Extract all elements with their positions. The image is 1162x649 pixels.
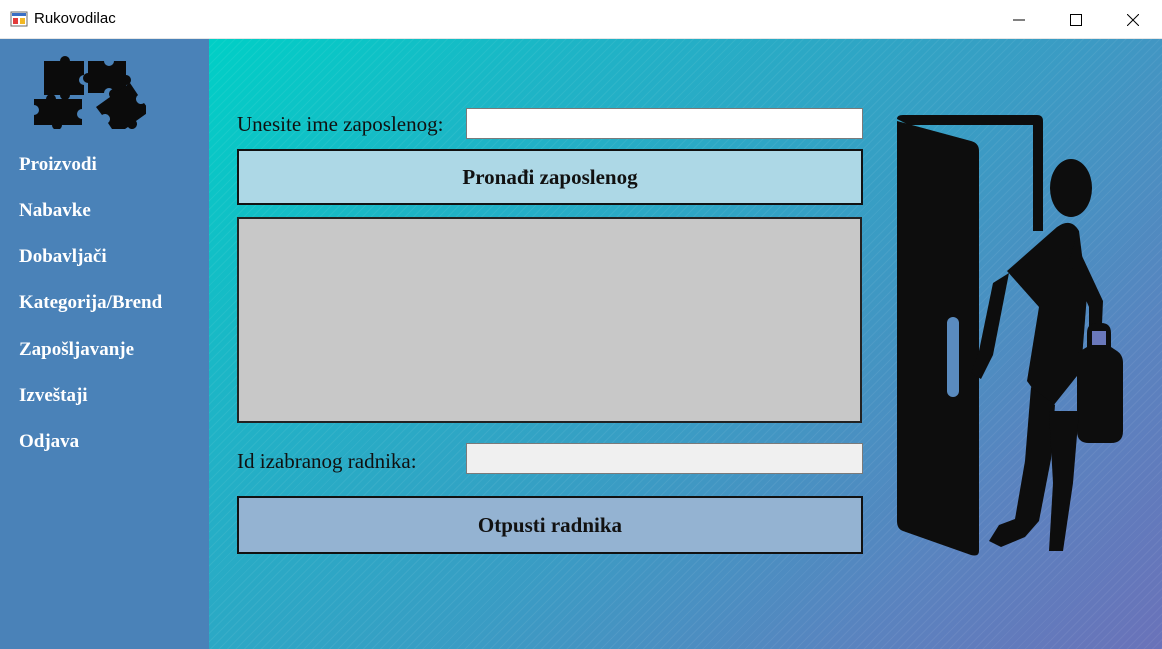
title-bar: Rukovodilac: [0, 0, 1162, 39]
main-panel: Unesite ime zaposlenog: Pronađi zaposlen…: [209, 39, 1162, 649]
sidebar-item-dobavljaci[interactable]: Dobavljači: [19, 246, 107, 268]
sidebar-item-kategorija-brend[interactable]: Kategorija/Brend: [19, 292, 162, 314]
close-icon: [1127, 13, 1139, 26]
sidebar-item-odjava[interactable]: Odjava: [19, 431, 79, 453]
sidebar-item-proizvodi[interactable]: Proizvodi: [19, 154, 97, 176]
close-button[interactable]: [1110, 0, 1156, 39]
find-employee-button[interactable]: Pronađi zaposlenog: [237, 149, 863, 205]
person-leaving-door-icon: [897, 115, 1123, 556]
employee-name-input[interactable]: [466, 108, 863, 139]
maximize-button[interactable]: [1053, 0, 1099, 39]
employees-data-grid[interactable]: [237, 217, 862, 423]
window-title: Rukovodilac: [34, 10, 116, 27]
minimize-button[interactable]: [996, 0, 1042, 39]
sidebar-item-zaposljavanje[interactable]: Zapošljavanje: [19, 339, 134, 361]
selected-employee-id-label: Id izabranog radnika:: [237, 449, 417, 473]
employee-name-label: Unesite ime zaposlenog:: [237, 112, 444, 136]
fire-employee-button[interactable]: Otpusti radnika: [237, 496, 863, 554]
sidebar-item-nabavke[interactable]: Nabavke: [19, 200, 91, 222]
sidebar-item-izvestaji[interactable]: Izveštaji: [19, 385, 88, 407]
maximize-icon: [1070, 13, 1082, 26]
puzzle-pieces-icon: [34, 56, 146, 129]
app-window-icon: [10, 11, 28, 27]
selected-employee-id-field[interactable]: [466, 443, 863, 474]
minimize-icon: [1013, 19, 1025, 20]
sidebar: Proizvodi Nabavke Dobavljači Kategorija/…: [0, 39, 209, 649]
